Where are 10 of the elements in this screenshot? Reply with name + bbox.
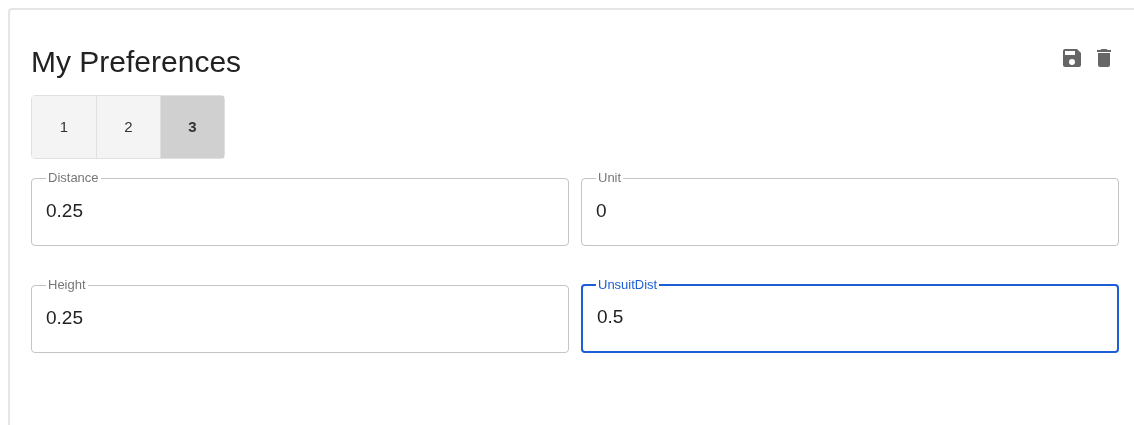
text-field[interactable]: Unit 0 — [581, 171, 1119, 246]
tab[interactable]: 2 — [96, 96, 160, 158]
trash-icon — [1097, 49, 1111, 67]
text-field[interactable]: UnsuitDist 0.5 — [581, 278, 1119, 353]
page-title: My Preferences — [31, 44, 242, 80]
text-field[interactable]: Distance 0.25 — [31, 171, 569, 246]
text-field[interactable]: Height 0.25 — [31, 278, 569, 353]
tab[interactable]: 3 — [160, 96, 224, 158]
save-icon — [1063, 49, 1081, 67]
tab[interactable]: 1 — [32, 96, 96, 158]
